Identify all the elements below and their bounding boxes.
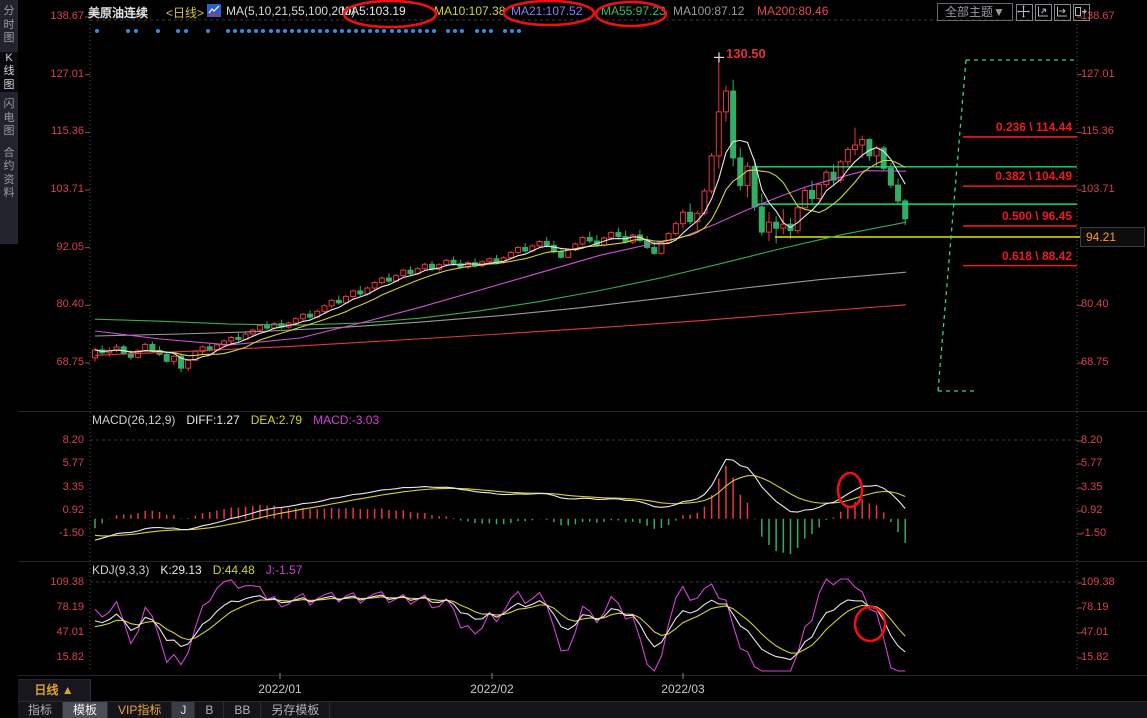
- period-tag[interactable]: <日线>: [166, 4, 204, 21]
- detach-icon[interactable]: [1073, 4, 1090, 21]
- ma-value-ma200: MA200:80.46: [757, 4, 828, 18]
- tab-另存模板[interactable]: 另存模板: [261, 702, 330, 718]
- ma-value-ma5: MA5:103.19: [341, 4, 406, 18]
- kdj-k-value: K:29.13: [160, 563, 201, 577]
- macd-params-label: MACD(26,12,9): [92, 413, 175, 427]
- tabs-filler: [330, 702, 1147, 718]
- date-label: 2022/01: [248, 682, 312, 696]
- sidebar-item-2[interactable]: K 线 图: [0, 52, 18, 93]
- macd-macd-value: MACD:-3.03: [313, 413, 379, 427]
- tab-B[interactable]: B: [195, 702, 224, 718]
- sidebar-item-3[interactable]: 闪 电 图: [0, 98, 18, 139]
- pan-icon[interactable]: [1016, 4, 1033, 21]
- chart-canvas[interactable]: [0, 0, 1147, 718]
- tab-J[interactable]: J: [172, 702, 195, 718]
- all-themes-dropdown[interactable]: 全部主题▼: [937, 3, 1013, 21]
- tab-BB[interactable]: BB: [224, 702, 261, 718]
- macd-diff-value: DIFF:1.27: [186, 413, 239, 427]
- chevron-up-icon: ▲: [62, 683, 74, 697]
- sidebar-item-4[interactable]: 合 约 资 料: [0, 147, 18, 201]
- chart-app: 138.67138.67127.01127.01115.36115.36103.…: [0, 0, 1147, 718]
- kdj-j-value: J:-1.57: [266, 563, 303, 577]
- date-label: 2022/03: [651, 682, 715, 696]
- macd-dea-value: DEA:2.79: [251, 413, 302, 427]
- chart-type-icon: [207, 4, 221, 20]
- kdj-d-value: D:44.48: [213, 563, 255, 577]
- timeline-bar: 日线 ▲ 2022/01 2022/02 2022/03: [0, 678, 1147, 700]
- bottom-tabs-bar: 指标模板VIP指标JBBB另存模板: [18, 701, 1147, 718]
- x-scale-icon[interactable]: [1054, 4, 1071, 21]
- kdj-legend: KDJ(9,3,3) K:29.13 D:44.48 J:-1.57: [92, 563, 302, 577]
- date-label: 2022/02: [460, 682, 524, 696]
- high-price-label: 130.50: [726, 46, 766, 61]
- y-scale-icon[interactable]: [1035, 4, 1052, 21]
- tab-模板[interactable]: 模板: [63, 702, 108, 718]
- kdj-params-label: KDJ(9,3,3): [92, 563, 149, 577]
- ma-value-ma21: MA21:107.52: [511, 4, 582, 18]
- ma-value-ma55: MA55:97.23: [601, 4, 666, 18]
- ma-value-ma100: MA100:87.12: [673, 4, 744, 18]
- ma-value-ma10: MA10:107.38: [434, 4, 505, 18]
- period-selector[interactable]: 日线 ▲: [18, 679, 91, 701]
- macd-legend: MACD(26,12,9) DIFF:1.27 DEA:2.79 MACD:-3…: [92, 413, 379, 427]
- ma-params-label: MA(5,10,21,55,100,200): [226, 4, 355, 18]
- price-tag: 94.21: [1080, 227, 1145, 247]
- left-sidebar: 分 时 图K 线 图闪 电 图合 约 资 料: [0, 0, 18, 244]
- tab-指标[interactable]: 指标: [18, 702, 63, 718]
- instrument-title: 美原油连续: [88, 4, 148, 21]
- tab-VIP指标[interactable]: VIP指标: [108, 702, 172, 718]
